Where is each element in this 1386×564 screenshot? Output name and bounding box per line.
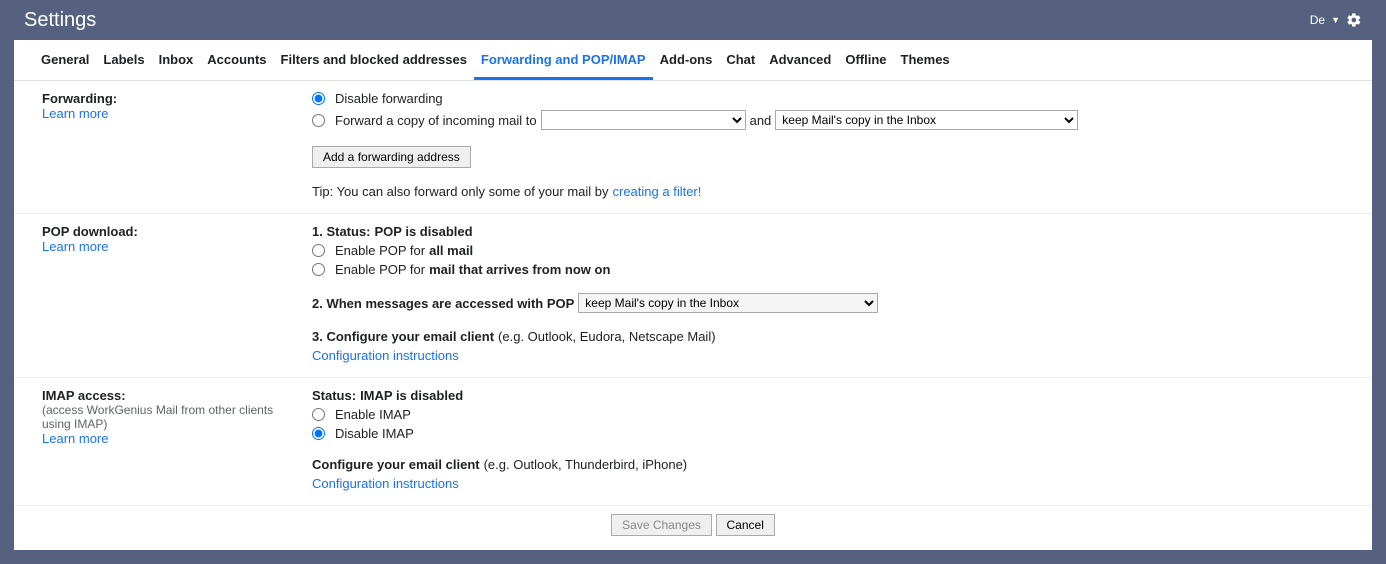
- select-forward-action[interactable]: keep Mail's copy in the Inbox: [775, 110, 1078, 130]
- pop-configure-rest: (e.g. Outlook, Eudora, Netscape Mail): [498, 329, 716, 344]
- section-pop: POP download: Learn more 1. Status: POP …: [14, 214, 1372, 378]
- imap-status-prefix: Status:: [312, 388, 356, 403]
- label-and: and: [750, 113, 772, 128]
- tab-offline[interactable]: Offline: [838, 40, 893, 80]
- pop-learn-more-link[interactable]: Learn more: [42, 239, 300, 254]
- cancel-button[interactable]: Cancel: [716, 514, 775, 536]
- label-disable-forwarding: Disable forwarding: [335, 91, 443, 106]
- imap-config-instructions-link[interactable]: Configuration instructions: [312, 476, 459, 491]
- imap-status-value: IMAP is disabled: [360, 388, 463, 403]
- label-enable-pop-all-bold: all mail: [429, 243, 473, 258]
- page-title: Settings: [24, 9, 96, 32]
- imap-configure-label: Configure your email client: [312, 457, 480, 472]
- tab-chat[interactable]: Chat: [719, 40, 762, 80]
- radio-forward-copy[interactable]: [312, 114, 325, 127]
- chevron-down-icon[interactable]: ▼: [1331, 15, 1340, 25]
- language-switch[interactable]: De: [1310, 13, 1325, 27]
- topbar-right: De ▼: [1310, 12, 1362, 28]
- radio-enable-pop-now[interactable]: [312, 263, 325, 276]
- radio-disable-imap[interactable]: [312, 427, 325, 440]
- tab-inbox[interactable]: Inbox: [152, 40, 201, 80]
- pop-config-instructions-link[interactable]: Configuration instructions: [312, 348, 459, 363]
- pop-label: POP download:: [42, 224, 300, 239]
- select-forward-address[interactable]: [541, 110, 746, 130]
- label-disable-imap: Disable IMAP: [335, 426, 414, 441]
- label-enable-pop-now-prefix: Enable POP for: [335, 262, 425, 277]
- tab-advanced[interactable]: Advanced: [762, 40, 838, 80]
- pop-configure-label: 3. Configure your email client: [312, 329, 494, 344]
- label-enable-pop-now-bold: mail that arrives from now on: [429, 262, 610, 277]
- add-forwarding-address-button[interactable]: Add a forwarding address: [312, 146, 471, 168]
- radio-enable-pop-all[interactable]: [312, 244, 325, 257]
- footer: Save Changes Cancel: [14, 506, 1372, 550]
- tab-add-ons[interactable]: Add-ons: [653, 40, 720, 80]
- forwarding-tip-text: Tip: You can also forward only some of y…: [312, 184, 609, 199]
- tab-themes[interactable]: Themes: [894, 40, 957, 80]
- forwarding-label: Forwarding:: [42, 91, 300, 106]
- settings-panel: General Labels Inbox Accounts Filters an…: [14, 40, 1372, 550]
- label-enable-imap: Enable IMAP: [335, 407, 411, 422]
- label-forward-copy: Forward a copy of incoming mail to: [335, 113, 537, 128]
- imap-configure-rest: (e.g. Outlook, Thunderbird, iPhone): [484, 457, 688, 472]
- tab-accounts[interactable]: Accounts: [200, 40, 273, 80]
- create-filter-link[interactable]: creating a filter!: [613, 184, 702, 199]
- label-enable-pop-all-prefix: Enable POP for: [335, 243, 425, 258]
- select-pop-action[interactable]: keep Mail's copy in the Inbox: [578, 293, 878, 313]
- pop-when-label: 2. When messages are accessed with POP: [312, 296, 574, 311]
- tab-labels[interactable]: Labels: [96, 40, 151, 80]
- section-imap: IMAP access: (access WorkGenius Mail fro…: [14, 378, 1372, 506]
- pop-status-prefix: 1. Status:: [312, 224, 371, 239]
- radio-disable-forwarding[interactable]: [312, 92, 325, 105]
- imap-learn-more-link[interactable]: Learn more: [42, 431, 300, 446]
- imap-label: IMAP access:: [42, 388, 300, 403]
- forwarding-learn-more-link[interactable]: Learn more: [42, 106, 300, 121]
- gear-icon[interactable]: [1346, 12, 1362, 28]
- tab-filters[interactable]: Filters and blocked addresses: [274, 40, 474, 80]
- top-bar: Settings De ▼: [0, 0, 1386, 40]
- tab-forwarding-pop-imap[interactable]: Forwarding and POP/IMAP: [474, 40, 653, 80]
- radio-enable-imap[interactable]: [312, 408, 325, 421]
- pop-status-value: POP is disabled: [375, 224, 473, 239]
- tabs-bar: General Labels Inbox Accounts Filters an…: [14, 40, 1372, 81]
- section-forwarding: Forwarding: Learn more Disable forwardin…: [14, 81, 1372, 214]
- imap-sublabel: (access WorkGenius Mail from other clien…: [42, 403, 300, 431]
- tab-general[interactable]: General: [34, 40, 96, 80]
- save-changes-button[interactable]: Save Changes: [611, 514, 712, 536]
